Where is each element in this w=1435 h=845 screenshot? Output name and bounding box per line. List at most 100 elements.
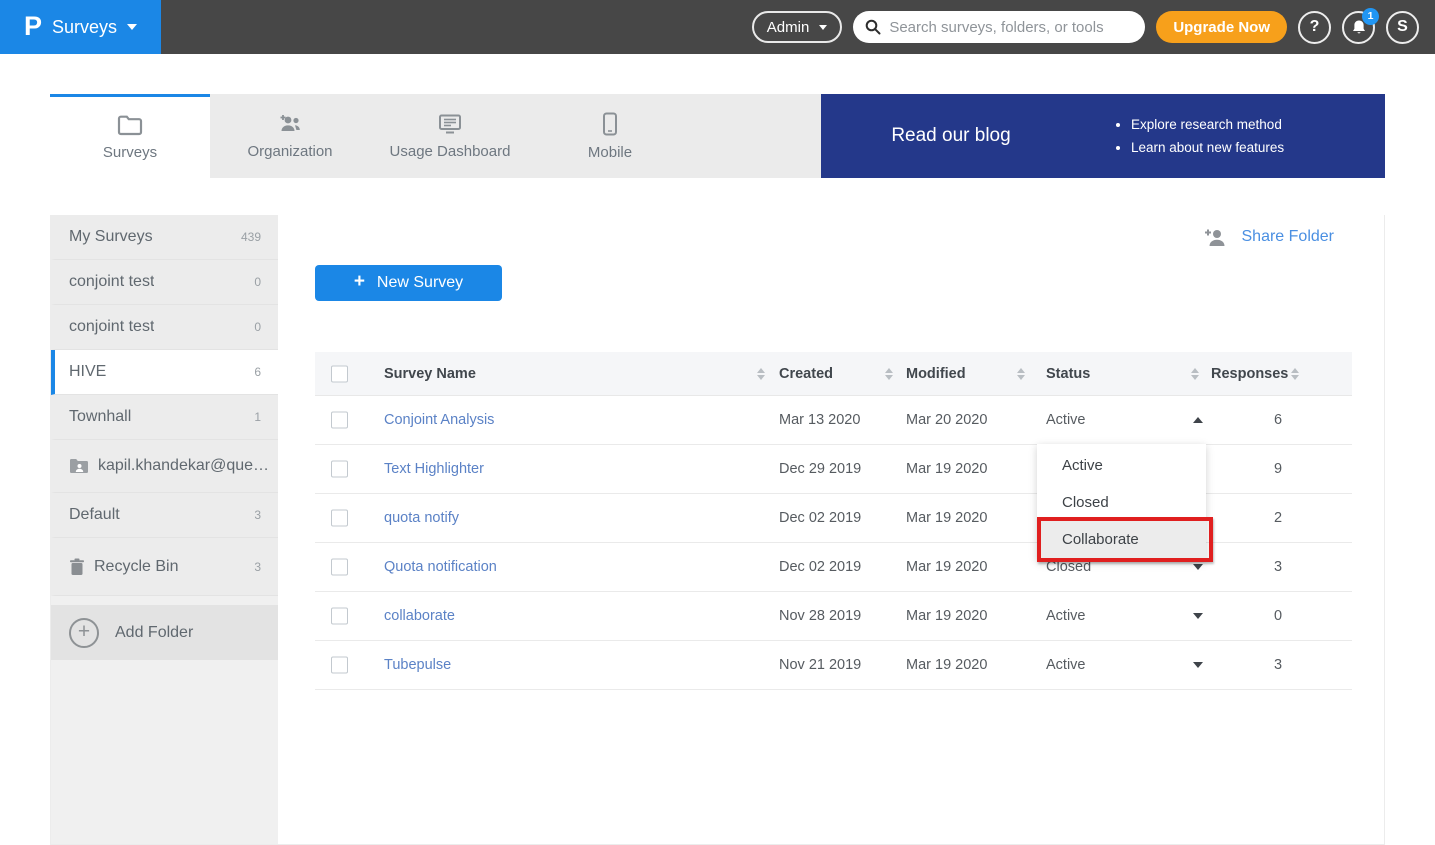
sidebar-item-default[interactable]: Default 3 (51, 493, 278, 538)
created-date: Dec 02 2019 (779, 510, 861, 526)
question-mark-icon: ? (1310, 18, 1320, 36)
table-row: collaborate Nov 28 2019 Mar 19 2020 Acti… (315, 592, 1352, 641)
survey-name-link[interactable]: Quota notification (384, 559, 497, 575)
share-folder-button[interactable]: Share Folder (1203, 227, 1335, 247)
sort-icon[interactable] (1291, 368, 1299, 380)
banner-bullet-list: Explore research method Learn about new … (1131, 113, 1284, 159)
modified-date: Mar 19 2020 (906, 461, 987, 477)
survey-name-link[interactable]: collaborate (384, 608, 455, 624)
admin-menu-button[interactable]: Admin (752, 11, 843, 43)
responses-count: 3 (1258, 657, 1298, 673)
add-folder-button[interactable]: + Add Folder (51, 605, 278, 660)
help-button[interactable]: ? (1298, 11, 1331, 44)
survey-list-panel: Share Folder + New Survey Survey Name Cr… (278, 215, 1384, 844)
status-value[interactable]: Active (1046, 608, 1086, 624)
shared-folder-icon (69, 458, 89, 474)
survey-name-link[interactable]: Text Highlighter (384, 461, 484, 477)
sort-icon[interactable] (757, 368, 765, 380)
row-checkbox[interactable] (331, 510, 348, 527)
status-caret-down-icon[interactable] (1193, 564, 1203, 570)
tab-usage-dashboard[interactable]: Usage Dashboard (370, 94, 530, 178)
mobile-icon (602, 112, 618, 136)
survey-name-link[interactable]: Conjoint Analysis (384, 412, 494, 428)
share-person-icon (1203, 227, 1229, 247)
row-checkbox[interactable] (331, 559, 348, 576)
folder-count: 1 (254, 410, 261, 424)
sidebar-item-my-surveys[interactable]: My Surveys 439 (51, 215, 278, 260)
column-header-modified[interactable]: Modified (906, 366, 966, 382)
dashboard-icon (437, 113, 463, 135)
modified-date: Mar 19 2020 (906, 559, 987, 575)
tab-label: Mobile (588, 144, 632, 161)
survey-name-link[interactable]: quota notify (384, 510, 459, 526)
status-option-closed[interactable]: Closed (1037, 484, 1206, 521)
app-window: P Surveys Admin Upgrade Now ? 1 S (0, 0, 1435, 845)
table-row: Conjoint Analysis Mar 13 2020 Mar 20 202… (315, 396, 1352, 445)
plus-icon: + (354, 271, 365, 293)
tab-label: Surveys (103, 144, 157, 161)
tab-organization[interactable]: Organization (210, 94, 370, 178)
upgrade-now-button[interactable]: Upgrade Now (1156, 11, 1287, 43)
status-option-collaborate[interactable]: Collaborate (1037, 521, 1206, 558)
column-header-created[interactable]: Created (779, 366, 833, 382)
questionpro-logo: P (24, 13, 42, 40)
status-value[interactable]: Active (1046, 412, 1086, 428)
sidebar-item-hive[interactable]: HIVE 6 (51, 350, 278, 395)
row-checkbox[interactable] (331, 412, 348, 429)
responses-count: 9 (1258, 461, 1298, 477)
notifications-button[interactable]: 1 (1342, 11, 1375, 44)
tabbar-filler (690, 94, 821, 178)
sidebar-item-conjoint-test-2[interactable]: conjoint test 0 (51, 305, 278, 350)
modified-date: Mar 19 2020 (906, 510, 987, 526)
column-header-responses[interactable]: Responses (1211, 366, 1288, 382)
created-date: Dec 02 2019 (779, 559, 861, 575)
new-survey-button[interactable]: + New Survey (315, 265, 502, 301)
sidebar-item-townhall[interactable]: Townhall 1 (51, 395, 278, 440)
created-date: Mar 13 2020 (779, 412, 860, 428)
share-folder-label: Share Folder (1242, 228, 1335, 246)
tab-mobile[interactable]: Mobile (530, 94, 690, 178)
sort-icon[interactable] (1017, 368, 1025, 380)
account-avatar[interactable]: S (1386, 11, 1419, 44)
trash-icon (69, 558, 85, 576)
sidebar-item-conjoint-test-1[interactable]: conjoint test 0 (51, 260, 278, 305)
sidebar-item-recycle-bin[interactable]: Recycle Bin 3 (51, 538, 278, 596)
status-option-active[interactable]: Active (1037, 447, 1206, 484)
select-all-checkbox[interactable] (331, 365, 348, 382)
status-caret-down-icon[interactable] (1193, 662, 1203, 668)
new-survey-label: New Survey (377, 274, 463, 292)
row-checkbox[interactable] (331, 657, 348, 674)
sort-icon[interactable] (885, 368, 893, 380)
folder-icon (117, 114, 143, 136)
blog-banner[interactable]: Read our blog Explore research method Le… (821, 94, 1385, 178)
row-checkbox[interactable] (331, 461, 348, 478)
row-checkbox[interactable] (331, 608, 348, 625)
created-date: Nov 28 2019 (779, 608, 861, 624)
plus-circle-icon: + (69, 618, 99, 648)
folder-count: 3 (254, 508, 261, 522)
sidebar-item-shared-account[interactable]: kapil.khandekar@que… (51, 440, 278, 493)
status-caret-up-icon[interactable] (1193, 417, 1203, 423)
primary-tabbar: Surveys Organization Usage Dashboard Mob… (50, 94, 1385, 178)
search-icon (865, 19, 881, 35)
banner-title: Read our blog (821, 125, 1081, 147)
product-name: Surveys (52, 17, 117, 38)
product-switcher[interactable]: P Surveys (0, 0, 161, 54)
responses-count: 6 (1258, 412, 1298, 428)
tab-label: Usage Dashboard (390, 143, 511, 160)
status-value[interactable]: Closed (1046, 559, 1091, 575)
sort-icon[interactable] (1191, 368, 1199, 380)
global-search[interactable] (853, 11, 1145, 43)
survey-name-link[interactable]: Tubepulse (384, 657, 451, 673)
table-row: Tubepulse Nov 21 2019 Mar 19 2020 Active… (315, 641, 1352, 690)
status-value[interactable]: Active (1046, 657, 1086, 673)
tab-surveys[interactable]: Surveys (50, 94, 210, 178)
responses-count: 2 (1258, 510, 1298, 526)
folder-count: 0 (254, 275, 261, 289)
organization-icon (276, 113, 304, 135)
search-input[interactable] (889, 19, 1133, 36)
status-caret-down-icon[interactable] (1193, 613, 1203, 619)
column-header-survey-name[interactable]: Survey Name (384, 366, 476, 382)
created-date: Dec 29 2019 (779, 461, 861, 477)
column-header-status[interactable]: Status (1046, 366, 1090, 382)
